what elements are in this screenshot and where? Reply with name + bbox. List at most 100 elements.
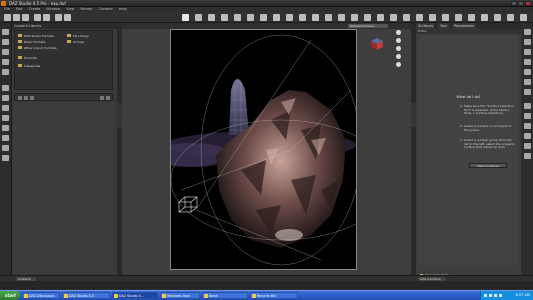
options-icon[interactable] xyxy=(106,96,110,100)
smart-content-tab-icon[interactable] xyxy=(2,39,9,45)
task-daz-discussion[interactable]: DAZ Discussion xyxy=(22,292,60,299)
scale-tool-icon[interactable] xyxy=(234,14,241,21)
render-icon[interactable] xyxy=(55,14,62,21)
surfaces-strip-icon[interactable] xyxy=(524,29,531,35)
camera-select[interactable]: Default Camera xyxy=(348,24,388,28)
back-icon[interactable] xyxy=(18,96,22,100)
active-pose-tool-icon[interactable] xyxy=(247,14,254,21)
tab-content-library[interactable]: Content Library xyxy=(14,23,41,29)
editor-subtab[interactable]: Editor xyxy=(416,29,521,34)
tree-item[interactable]: Other Import Formats xyxy=(18,45,57,50)
volume-icon[interactable] xyxy=(499,294,502,297)
tree-item[interactable]: Products xyxy=(18,55,37,60)
tray-icon[interactable] xyxy=(484,294,487,297)
surfaces-icon[interactable] xyxy=(442,14,449,21)
animate-tab-icon[interactable] xyxy=(2,135,9,141)
joint-editor-icon[interactable] xyxy=(273,14,280,21)
start-button[interactable]: start xyxy=(0,291,20,300)
orbit-camera-icon[interactable] xyxy=(396,30,401,35)
aniblock-strip-icon[interactable] xyxy=(524,153,531,159)
frame-camera-icon[interactable] xyxy=(396,54,401,59)
pointer-tool-icon[interactable] xyxy=(182,14,189,21)
timeline-strip-icon[interactable] xyxy=(524,143,531,149)
node-selection-icon[interactable] xyxy=(325,14,332,21)
morph-strip-icon[interactable] xyxy=(524,113,531,119)
content-library-icon[interactable] xyxy=(351,14,358,21)
tool-settings-tab-icon[interactable] xyxy=(2,155,9,161)
render-settings-icon[interactable] xyxy=(64,14,71,21)
shaping-icon[interactable] xyxy=(429,14,436,21)
render-strip-icon[interactable] xyxy=(524,89,531,95)
help-icon[interactable] xyxy=(507,14,514,21)
task-windows-task[interactable]: Windows Task xyxy=(160,292,200,299)
lights-strip-icon[interactable] xyxy=(524,69,531,75)
posing-icon[interactable] xyxy=(416,14,423,21)
render-library-icon[interactable] xyxy=(468,14,475,21)
region-navigator-icon[interactable] xyxy=(338,14,345,21)
brush-strip-icon[interactable] xyxy=(524,123,531,129)
pose-strip-icon[interactable] xyxy=(524,103,531,109)
rotate-tool-icon[interactable] xyxy=(208,14,215,21)
view-cube-icon[interactable] xyxy=(371,38,383,50)
scene-icon[interactable] xyxy=(377,14,384,21)
scene-tab-icon[interactable] xyxy=(2,49,9,55)
minimize-button[interactable] xyxy=(511,1,517,6)
home-icon[interactable] xyxy=(30,96,34,100)
undo-strip-icon[interactable] xyxy=(2,85,9,91)
viewport-3d[interactable] xyxy=(170,29,357,270)
new-scene-icon[interactable] xyxy=(4,14,11,21)
help-step: 1. Make sure the "Surface Selection Tool… xyxy=(460,104,514,116)
close-button[interactable] xyxy=(525,1,531,6)
timeline-icon[interactable] xyxy=(455,14,462,21)
render-tab-icon[interactable] xyxy=(2,125,9,131)
settings-icon[interactable] xyxy=(520,14,527,21)
cameras-strip-icon[interactable] xyxy=(524,79,531,85)
redo-icon[interactable] xyxy=(43,14,50,21)
tray-icon[interactable] xyxy=(494,294,497,297)
posing-tab-icon[interactable] xyxy=(2,69,9,75)
spot-render-icon[interactable] xyxy=(312,14,319,21)
node-weight-tool-icon[interactable] xyxy=(260,14,267,21)
content-library-tab-icon[interactable] xyxy=(2,29,9,35)
view-mode-icon[interactable] xyxy=(100,96,104,100)
clock[interactable]: 8:57 AM xyxy=(516,291,530,300)
make-surfaces-button[interactable]: Make Surfaces xyxy=(469,163,507,168)
geometry-editor-icon[interactable] xyxy=(299,14,306,21)
tree-item[interactable]: Categories xyxy=(18,63,40,68)
save-icon[interactable] xyxy=(22,14,29,21)
lights-tab-icon[interactable] xyxy=(2,59,9,65)
task-daz-studio-2[interactable]: DAZ Studio 4... xyxy=(112,292,158,299)
lights-icon[interactable] xyxy=(390,14,397,21)
surface-selection-icon[interactable] xyxy=(286,14,293,21)
open-icon[interactable] xyxy=(13,14,20,21)
parameters-tab-icon[interactable] xyxy=(2,105,9,111)
tree-item[interactable]: My Library xyxy=(67,33,89,38)
tray-icon[interactable] xyxy=(489,294,492,297)
dolly-camera-icon[interactable] xyxy=(396,46,401,51)
pan-camera-icon[interactable] xyxy=(396,38,401,43)
smart-content-icon[interactable] xyxy=(364,14,371,21)
tool-settings-strip-icon[interactable] xyxy=(524,39,531,45)
shaping-tab-icon[interactable] xyxy=(2,115,9,121)
task-none[interactable]: None xyxy=(202,292,248,299)
universal-tool-icon[interactable] xyxy=(195,14,202,21)
tree-item[interactable]: Poser Formats xyxy=(18,39,45,44)
task-daz-studio-1[interactable]: DAZ Studio 4.5 xyxy=(62,292,110,299)
undo-icon[interactable] xyxy=(34,14,41,21)
shaping-strip-icon[interactable] xyxy=(524,59,531,65)
paint-strip-icon[interactable] xyxy=(524,133,531,139)
cameras-icon[interactable] xyxy=(403,14,410,21)
browser-icon xyxy=(24,294,28,298)
reset-camera-icon[interactable] xyxy=(396,62,401,67)
tips-icon[interactable] xyxy=(494,14,501,21)
redo-strip-icon[interactable] xyxy=(2,95,9,101)
layout-icon[interactable] xyxy=(481,14,488,21)
tree-item[interactable]: DAZ Studio Formats xyxy=(18,33,54,38)
task-recycle-bin[interactable]: Recycle Bin xyxy=(250,292,298,299)
tree-item[interactable]: Archive xyxy=(67,39,84,44)
surfaces-tab-icon[interactable] xyxy=(2,145,9,151)
parameters-strip-icon[interactable] xyxy=(524,49,531,55)
translate-tool-icon[interactable] xyxy=(221,14,228,21)
forward-icon[interactable] xyxy=(24,96,28,100)
maximize-button[interactable] xyxy=(518,1,524,6)
